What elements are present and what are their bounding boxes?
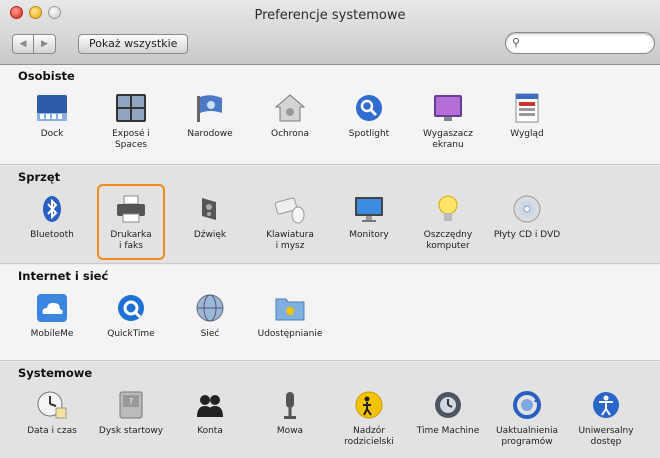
pref-date-time[interactable]: Data i czas [14,388,90,437]
pref-label: Konta [197,426,223,436]
speech-microphone-icon [273,388,307,422]
pref-label: Dźwięk [193,230,227,240]
pref-label: Uniwersalny dostęp [578,426,634,447]
section-title: Systemowe [18,366,93,380]
software-update-icon [510,388,544,422]
quicktime-icon [114,291,148,325]
pref-sound[interactable]: Dźwięk [172,192,248,241]
search-icon: ⚲ [512,36,521,49]
pref-label: Ochrona [271,129,309,139]
pref-label: Exposé i Spaces [112,129,150,150]
pref-bluetooth[interactable]: Bluetooth [14,192,90,241]
pref-startup-disk[interactable]: ? Dysk startowy [93,388,169,437]
security-house-icon [273,91,307,125]
pref-label: Dock [40,129,64,139]
pref-label: MobileMe [30,329,74,339]
pref-expose-spaces[interactable]: Exposé i Spaces [93,91,169,151]
pref-label: Nadzór rodzicielski [344,426,394,447]
dock-icon [35,91,69,125]
pref-dock[interactable]: Dock [14,91,90,140]
pref-displays[interactable]: Monitory [331,192,407,241]
print-fax-highlight-box [97,184,165,260]
pref-label: Wygląd [510,129,544,139]
pref-label: Płyty CD i DVD [493,230,561,240]
section-system: Systemowe Data i czas ? Dysk startowy Ko… [0,362,660,458]
pref-cds-dvds[interactable]: Płyty CD i DVD [489,192,565,241]
title-bar: Preferencje systemowe ◀ ▶ Pokaż wszystki… [0,0,660,65]
screensaver-icon [431,91,465,125]
universal-access-icon [589,388,623,422]
parental-controls-icon [352,388,386,422]
pref-label: Dysk startowy [98,426,164,436]
pref-energy-saver[interactable]: Oszczędny komputer [410,192,486,252]
international-flag-icon [193,91,227,125]
show-all-button[interactable]: Pokaż wszystkie [78,34,189,54]
window-title: Preferencje systemowe [254,8,406,23]
pref-universal-access[interactable]: Uniwersalny dostęp [568,388,644,448]
back-button[interactable]: ◀ [12,34,34,54]
pref-quicktime[interactable]: QuickTime [93,291,169,340]
keyboard-mouse-icon [273,192,307,226]
network-globe-icon [193,291,227,325]
pref-label: Mowa [276,426,304,436]
sharing-folder-icon [273,291,307,325]
section-personal: Osobiste Dock Exposé i Spaces Narodowe O… [0,65,660,165]
pref-label: Uaktualnienia programów [495,426,559,447]
display-icon [352,192,386,226]
search-field[interactable]: ⚲ [505,32,655,54]
system-preferences-window: Preferencje systemowe ◀ ▶ Pokaż wszystki… [0,0,660,458]
pref-label: Spotlight [348,129,390,139]
section-internet-network: Internet i sieć MobileMe QuickTime Sieć … [0,265,660,361]
pref-software-update[interactable]: Uaktualnienia programów [489,388,565,448]
section-title: Osobiste [18,69,75,83]
appearance-icon [510,91,544,125]
pref-time-machine[interactable]: Time Machine [410,388,486,437]
bluetooth-icon [35,192,69,226]
pref-parental-controls[interactable]: Nadzór rodzicielski [331,388,407,448]
section-title: Sprzęt [18,170,61,184]
section-title: Internet i sieć [18,269,109,283]
mobileme-cloud-icon [35,291,69,325]
pref-label: Klawiatura i mysz [266,230,314,251]
pref-label: Data i czas [27,426,77,436]
pref-label: QuickTime [107,329,155,339]
time-machine-icon [431,388,465,422]
pref-screensaver[interactable]: Wygaszacz ekranu [410,91,486,151]
pref-label: Oszczędny komputer [423,230,473,251]
speaker-icon [193,192,227,226]
pref-label: Monitory [349,230,389,240]
cd-dvd-icon [510,192,544,226]
pref-mobileme[interactable]: MobileMe [14,291,90,340]
navigation-buttons: ◀ ▶ [12,34,56,54]
date-time-clock-icon [35,388,69,422]
pref-label: Time Machine [416,426,480,436]
lightbulb-icon [431,192,465,226]
startup-disk-icon: ? [114,388,148,422]
pref-sharing[interactable]: Udostępnianie [252,291,328,340]
pref-security[interactable]: Ochrona [252,91,328,140]
pref-label: Udostępnianie [257,329,323,339]
pref-speech[interactable]: Mowa [252,388,328,437]
pref-spotlight[interactable]: Spotlight [331,91,407,140]
pref-label: Bluetooth [30,230,74,240]
pref-accounts[interactable]: Konta [172,388,248,437]
pref-keyboard-mouse[interactable]: Klawiatura i mysz [252,192,328,252]
pref-international[interactable]: Narodowe [172,91,248,140]
pref-label: Wygaszacz ekranu [423,129,473,150]
search-input[interactable] [528,35,648,51]
accounts-icon [193,388,227,422]
expose-spaces-icon [114,91,148,125]
forward-button[interactable]: ▶ [34,34,56,54]
svg-text:?: ? [129,397,133,406]
spotlight-magnifier-icon [352,91,386,125]
pref-network[interactable]: Sieć [172,291,248,340]
pref-appearance[interactable]: Wygląd [489,91,565,140]
pref-label: Sieć [200,329,220,339]
pref-label: Narodowe [187,129,233,139]
